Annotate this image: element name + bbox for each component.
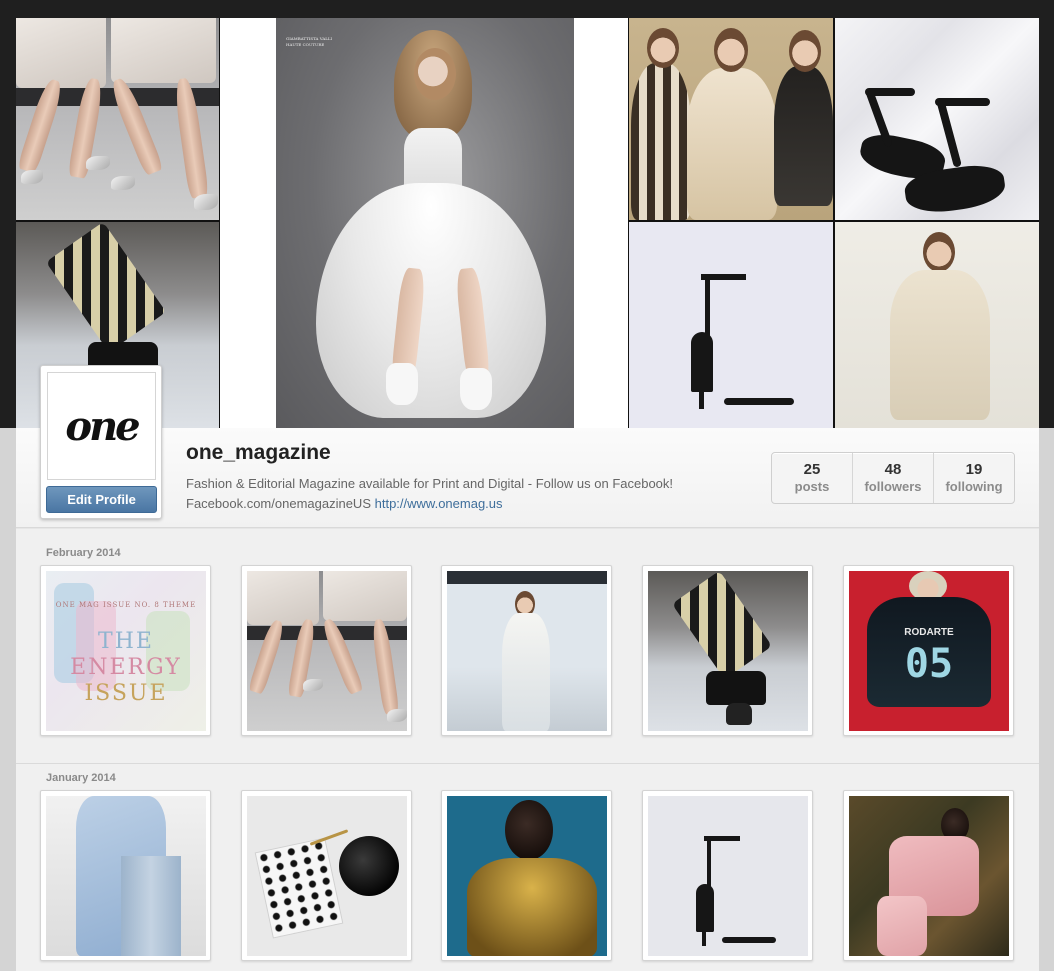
photo-feed: February 2014 ONE MAG ISSUE NO. 8 THEME … (16, 529, 1039, 971)
bio-line-2: Facebook.com/onemagazineUS http://www.on… (186, 494, 746, 514)
feed-photo-pouch[interactable] (241, 790, 412, 961)
stat-following-count: 19 (965, 461, 983, 478)
bio-line-1: Fashion & Editorial Magazine available f… (186, 476, 674, 491)
profile-bio: Fashion & Editorial Magazine available f… (186, 474, 746, 514)
website-link[interactable]: http://www.onemag.us (375, 496, 503, 511)
edit-profile-button[interactable]: Edit Profile (46, 486, 157, 513)
gown-caption: GIAMBATTISTA VALLI HAUTE COUTURE (286, 36, 333, 47)
feed-photo-energy-issue[interactable]: ONE MAG ISSUE NO. 8 THEME THE ENERGY ISS… (40, 565, 211, 736)
month-divider (16, 763, 1039, 764)
stat-posts-count: 25 (803, 461, 821, 478)
stat-followers-count: 48 (884, 461, 902, 478)
energy-line-1: THE (98, 629, 154, 654)
jersey-brand: RODARTE (904, 627, 954, 638)
mosaic-photo-white-gown[interactable]: GIAMBATTISTA VALLI HAUTE COUTURE (220, 18, 628, 428)
feed-photo-white-outfit[interactable] (441, 565, 612, 736)
avatar-logo: one (65, 402, 140, 450)
energy-line-3: ISSUE (84, 681, 168, 706)
right-gutter (1039, 428, 1054, 971)
stat-following[interactable]: 19 following (934, 453, 1014, 503)
stat-following-label: following (945, 479, 1003, 494)
feed-photo-floral-chair[interactable] (843, 790, 1014, 961)
stat-posts[interactable]: 25 posts (772, 453, 853, 503)
left-edge (0, 18, 16, 428)
avatar-frame: one Edit Profile (40, 365, 162, 519)
profile-stats: 25 posts 48 followers 19 following (771, 452, 1015, 504)
energy-line-2: ENERGY (70, 655, 182, 680)
feed-photo-legs[interactable] (241, 565, 412, 736)
feed-photo-denim[interactable] (40, 790, 211, 961)
avatar[interactable]: one (47, 372, 156, 480)
bio-facebook-text: Facebook.com/onemagazineUS (186, 496, 371, 511)
mosaic-photo-legs[interactable] (16, 18, 219, 220)
energy-small-text: ONE MAG ISSUE NO. 8 THEME (55, 601, 197, 609)
mosaic-photo-sandals[interactable] (835, 18, 1039, 220)
profile-username: one_magazine (186, 441, 331, 464)
stat-followers[interactable]: 48 followers (853, 453, 934, 503)
jersey-number: 05 (904, 641, 954, 687)
top-bar (0, 0, 1054, 18)
stat-followers-label: followers (864, 479, 922, 494)
stat-posts-label: posts (794, 479, 830, 494)
mosaic-photo-heel[interactable] (629, 222, 833, 428)
header-mosaic: GIAMBATTISTA VALLI HAUTE COUTURE (16, 18, 1039, 428)
right-edge (1039, 18, 1054, 428)
mosaic-photo-beige-coat[interactable] (835, 222, 1039, 428)
month-label-january: January 2014 (46, 772, 116, 784)
feed-photo-street-scarf[interactable] (642, 565, 813, 736)
month-label-february: February 2014 (46, 547, 121, 559)
feed-photo-gold-sequin[interactable] (441, 790, 612, 961)
left-gutter (0, 428, 16, 971)
feed-photo-heel[interactable] (642, 790, 813, 961)
mosaic-photo-three-models[interactable] (629, 18, 833, 220)
feed-photo-jersey[interactable]: RODARTE 05 (843, 565, 1014, 736)
